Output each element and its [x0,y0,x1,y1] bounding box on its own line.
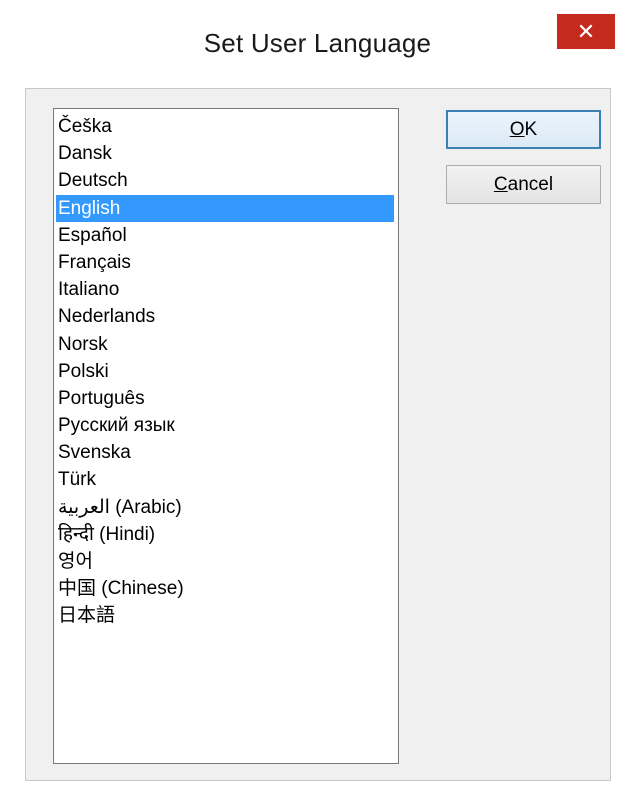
language-item[interactable]: Español [54,222,398,249]
language-item[interactable]: Türk [54,466,398,493]
language-item[interactable]: 日本語 [54,602,398,629]
language-item[interactable]: English [56,194,394,222]
language-item[interactable]: Češka [54,113,398,140]
language-item[interactable]: Italiano [54,276,398,303]
cancel-button[interactable]: Cancel [446,165,601,204]
language-item[interactable]: Русский язык [54,412,398,439]
language-item[interactable]: 영어 [54,548,398,575]
language-item[interactable]: العربية (Arabic) [54,494,398,521]
language-item[interactable]: Português [54,385,398,412]
language-item[interactable]: 中国 (Chinese) [54,575,398,602]
set-user-language-dialog: Set User Language ✕ Češka Dansk Deutsch Eng… [0,0,635,794]
language-item[interactable]: Dansk [54,140,398,167]
language-listbox[interactable]: Češka Dansk Deutsch English Español Français I… [53,108,399,764]
close-button[interactable]: ✕ [557,14,615,49]
language-item[interactable]: Deutsch [54,167,398,194]
language-item[interactable]: Norsk [54,331,398,358]
language-item[interactable]: Français [54,249,398,276]
language-item[interactable]: Svenska [54,439,398,466]
dialog-client-area: Češka Dansk Deutsch English Español Français I… [25,88,611,781]
ok-label-rest: K [524,118,538,140]
language-list: Češka Dansk Deutsch English Español Français I… [54,109,398,630]
ok-button[interactable]: OK [446,110,601,149]
language-item[interactable]: हिन्दी (Hindi) [54,521,398,548]
language-item[interactable]: Polski [54,358,398,385]
title-bar[interactable]: Set User Language ✕ [0,0,635,88]
dialog-title: Set User Language [203,28,432,58]
ok-mnemonic: O [509,118,525,140]
language-item[interactable]: Nederlands [54,303,398,330]
close-icon: ✕ [576,18,596,44]
cancel-mnemonic: C [493,173,508,195]
cancel-label-rest: ancel [507,173,554,195]
